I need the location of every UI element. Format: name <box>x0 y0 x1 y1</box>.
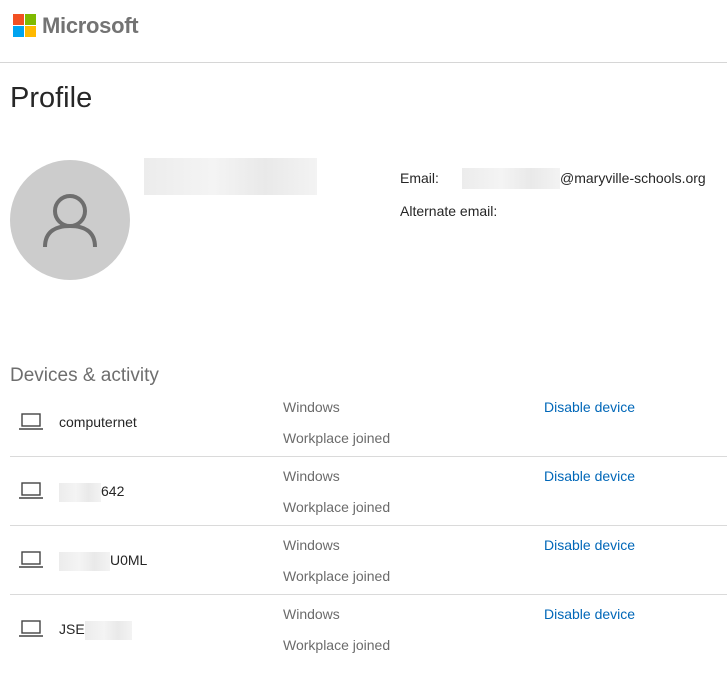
device-row: computernet Windows Workplace joined Dis… <box>10 388 727 457</box>
laptop-icon <box>19 551 43 568</box>
name-redacted <box>144 158 317 195</box>
device-name: computernet <box>59 414 137 430</box>
devices-section-title: Devices & activity <box>10 365 159 386</box>
device-os: Windows <box>283 537 340 553</box>
device-join-type: Workplace joined <box>283 637 391 653</box>
alternate-email-label: Alternate email: <box>400 203 498 219</box>
laptop-icon <box>19 482 43 499</box>
device-row: 642 Windows Workplace joined Disable dev… <box>10 457 727 526</box>
person-icon <box>43 194 97 248</box>
device-row: JSE Windows Workplace joined Disable dev… <box>10 595 727 663</box>
device-os: Windows <box>283 399 340 415</box>
disable-device-link[interactable]: Disable device <box>544 606 635 622</box>
device-list: computernet Windows Workplace joined Dis… <box>10 388 727 663</box>
email-user-redacted <box>462 168 560 189</box>
device-name-redacted <box>59 552 110 571</box>
device-name: U0ML <box>59 552 147 571</box>
device-name: JSE <box>59 621 132 640</box>
disable-device-link[interactable]: Disable device <box>544 537 635 553</box>
avatar <box>10 160 130 280</box>
brand-name[interactable]: Microsoft <box>42 13 139 39</box>
laptop-icon <box>19 413 43 430</box>
device-os: Windows <box>283 468 340 484</box>
header: Microsoft <box>0 0 727 63</box>
email-domain: @maryville-schools.org <box>560 170 706 186</box>
device-name: 642 <box>59 483 124 502</box>
disable-device-link[interactable]: Disable device <box>544 399 635 415</box>
device-join-type: Workplace joined <box>283 499 391 515</box>
device-join-type: Workplace joined <box>283 430 391 446</box>
device-row: U0ML Windows Workplace joined Disable de… <box>10 526 727 595</box>
device-join-type: Workplace joined <box>283 568 391 584</box>
disable-device-link[interactable]: Disable device <box>544 468 635 484</box>
page-title: Profile <box>10 82 93 114</box>
device-os: Windows <box>283 606 340 622</box>
email-label: Email: <box>400 170 439 186</box>
laptop-icon <box>19 620 43 637</box>
device-name-redacted <box>59 483 101 502</box>
microsoft-logo-icon[interactable] <box>13 14 37 38</box>
device-name-redacted <box>84 621 132 640</box>
